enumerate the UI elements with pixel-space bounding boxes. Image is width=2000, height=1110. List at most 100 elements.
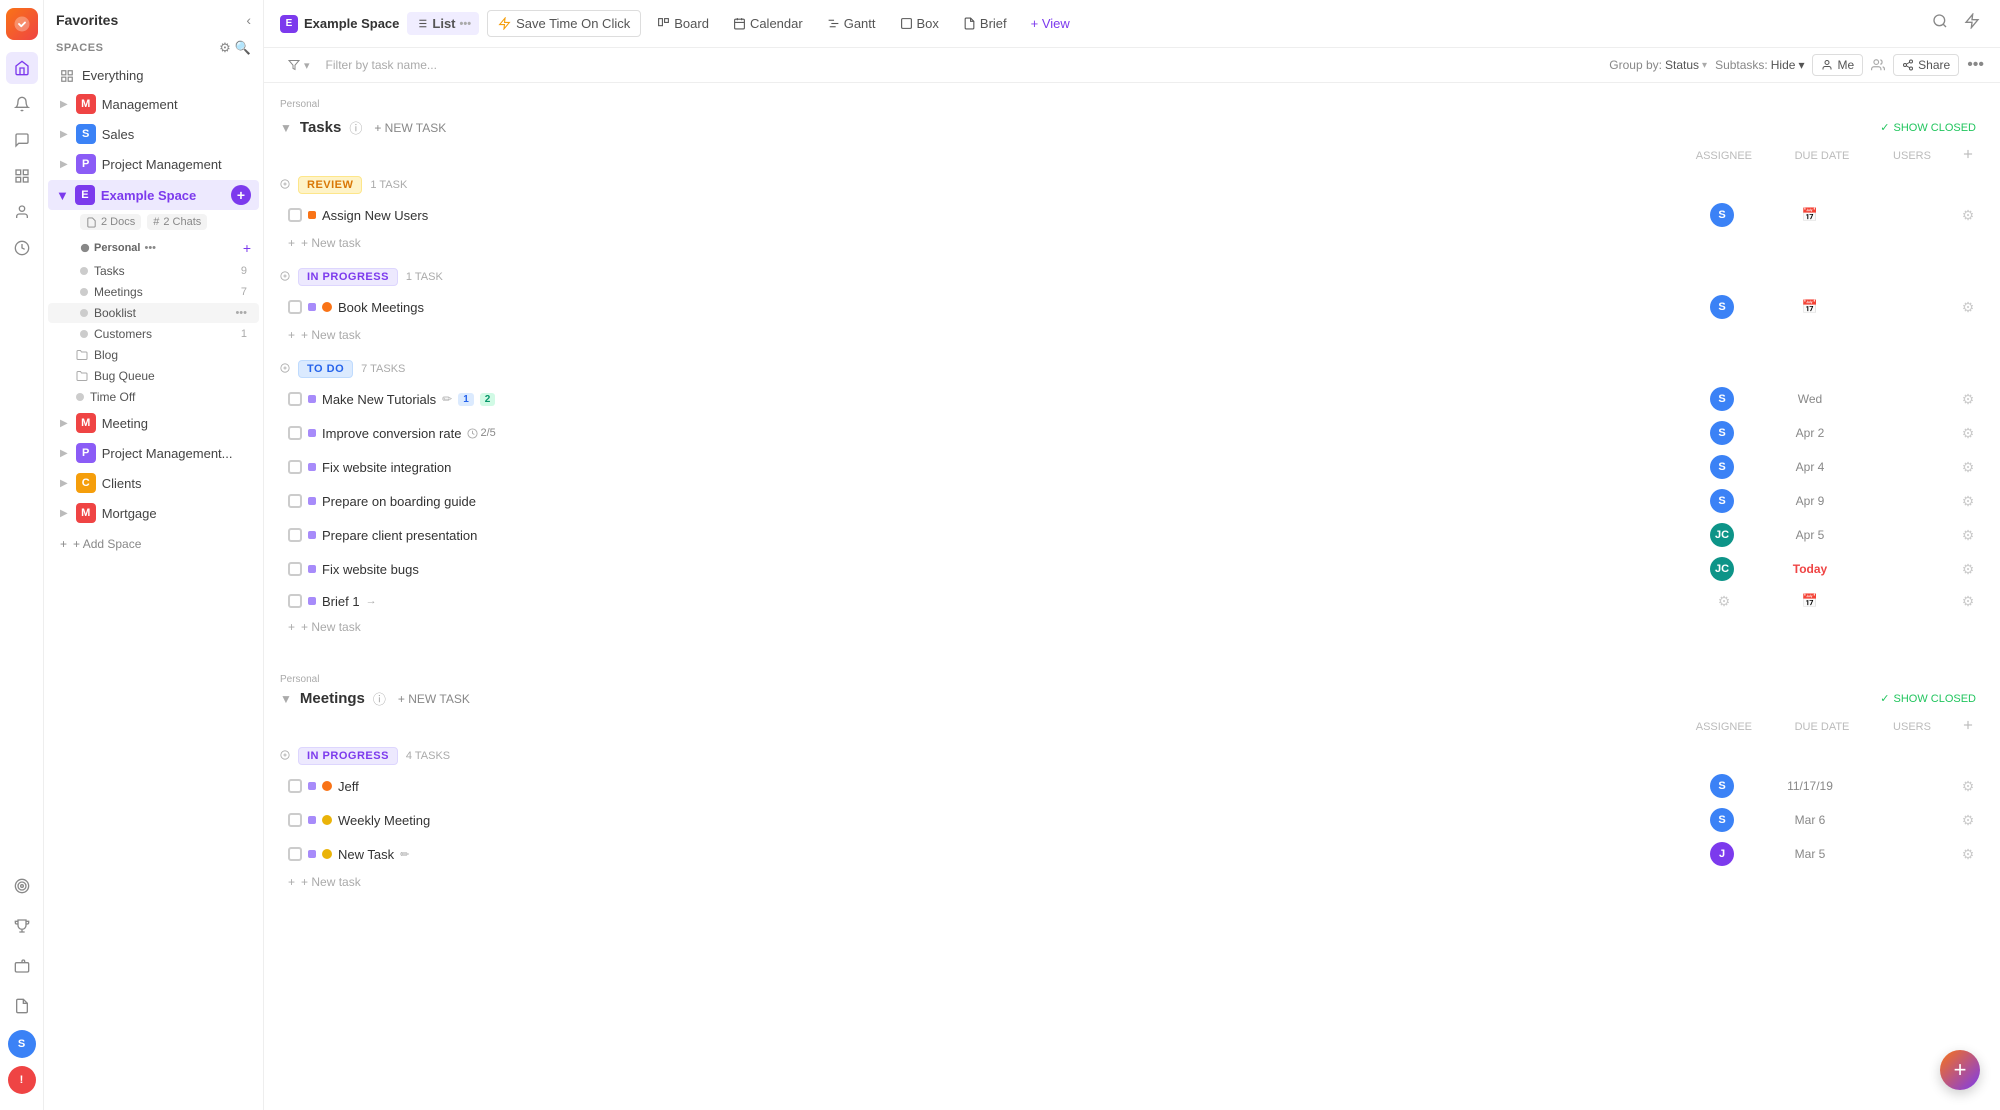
add-col-icon[interactable] <box>1961 147 1975 161</box>
meetings-in-progress-collapse-icon[interactable] <box>280 749 290 763</box>
sidebar-item-everything[interactable]: Everything <box>48 63 259 88</box>
add-to-space-button[interactable]: + <box>231 185 251 205</box>
new-task-link[interactable]: + NEW TASK <box>370 119 450 137</box>
app-logo[interactable] <box>6 8 38 40</box>
task-checkbox[interactable] <box>288 813 302 827</box>
tasks-info-icon[interactable]: ⓘ <box>349 118 362 137</box>
gantt-view-button[interactable]: Gantt <box>819 12 884 35</box>
bell-icon[interactable] <box>6 88 38 120</box>
docs-icon[interactable] <box>6 990 38 1022</box>
new-task-row[interactable]: + + New task <box>280 324 1984 346</box>
list-more-icon[interactable]: ••• <box>460 18 472 30</box>
task-checkbox[interactable] <box>288 494 302 508</box>
personal-more-icon[interactable]: ••• <box>144 242 156 254</box>
clock-icon[interactable] <box>6 232 38 264</box>
col-add-header[interactable] <box>1952 147 1984 164</box>
task-gear[interactable]: ⚙ <box>1952 810 1984 830</box>
meetings-collapse-icon[interactable]: ▼ <box>280 692 292 706</box>
spaces-settings-icon[interactable]: ⚙ <box>219 40 231 56</box>
filter-button[interactable]: ▾ <box>280 56 318 75</box>
gear-icon[interactable]: ⚙ <box>1958 525 1978 545</box>
table-row[interactable]: Prepare client presentation JC Apr 5 ⚙ <box>280 518 1984 552</box>
todo-collapse-icon[interactable] <box>280 362 290 376</box>
spaces-search-icon[interactable]: 🔍 <box>235 40 251 56</box>
table-row[interactable]: Assign New Users S 📅 ⚙ <box>280 198 1984 232</box>
trophy-icon[interactable] <box>6 910 38 942</box>
booklist-more-icon[interactable]: ••• <box>235 307 247 319</box>
bolt-icon[interactable] <box>1960 9 1984 38</box>
gear-icon[interactable]: ⚙ <box>1958 810 1978 830</box>
gear-icon[interactable]: ⚙ <box>1958 205 1978 225</box>
fab-add-button[interactable]: + <box>1940 1050 1980 1090</box>
subtasks-button[interactable]: Subtasks: Hide ▾ <box>1715 58 1804 72</box>
meetings-add-col-icon[interactable] <box>1961 718 1975 732</box>
list-view-button[interactable]: List ••• <box>407 12 479 35</box>
task-gear[interactable]: ⚙ <box>1952 205 1984 225</box>
table-row[interactable]: Brief 1 → ⚙ 📅 ⚙ <box>280 586 1984 616</box>
task-checkbox[interactable] <box>288 392 302 406</box>
table-row[interactable]: Weekly Meeting S Mar 6 ⚙ <box>280 803 1984 837</box>
task-gear[interactable]: ⚙ <box>1952 591 1984 611</box>
gear-icon[interactable]: ⚙ <box>1958 423 1978 443</box>
grid-icon[interactable] <box>6 160 38 192</box>
gear-icon[interactable]: ⚙ <box>1958 389 1978 409</box>
task-checkbox[interactable] <box>288 562 302 576</box>
in-progress-group-header[interactable]: IN PROGRESS 1 TASK <box>280 262 1984 290</box>
sidebar-item-tasks[interactable]: Tasks 9 <box>48 261 259 281</box>
task-gear[interactable]: ⚙ <box>1952 844 1984 864</box>
todo-group-header[interactable]: TO DO 7 TASKS <box>280 354 1984 382</box>
board-view-button[interactable]: Board <box>649 12 717 35</box>
gear-icon[interactable]: ⚙ <box>1958 559 1978 579</box>
goal-icon[interactable] <box>6 870 38 902</box>
meetings-col-add-header[interactable] <box>1952 718 1984 735</box>
assign-icon[interactable]: ⚙ <box>1714 591 1734 611</box>
group-by-button[interactable]: Group by: Status ▾ <box>1609 58 1707 72</box>
calendar-icon[interactable]: 📅 <box>1802 593 1818 608</box>
task-checkbox[interactable] <box>288 300 302 314</box>
share-button[interactable]: Share <box>1893 54 1959 76</box>
table-row[interactable]: New Task ✏ J Mar 5 ⚙ <box>280 837 1984 871</box>
table-row[interactable]: Prepare on boarding guide S Apr 9 ⚙ <box>280 484 1984 518</box>
new-task-row[interactable]: + + New task <box>280 232 1984 254</box>
calendar-icon[interactable]: 📅 <box>1802 207 1818 222</box>
task-gear[interactable]: ⚙ <box>1952 297 1984 317</box>
chats-badge[interactable]: # 2 Chats <box>147 214 207 230</box>
brief-edit-icon[interactable]: → <box>366 595 377 607</box>
sidebar-item-management[interactable]: ▶ M Management <box>48 90 259 118</box>
gear-icon[interactable]: ⚙ <box>1958 776 1978 796</box>
table-row[interactable]: Fix website integration S Apr 4 ⚙ <box>280 450 1984 484</box>
add-view-button[interactable]: + View <box>1023 12 1078 35</box>
task-gear[interactable]: ⚙ <box>1952 525 1984 545</box>
sidebar-item-meeting[interactable]: ▶ M Meeting <box>48 409 259 437</box>
task-checkbox[interactable] <box>288 847 302 861</box>
home-icon[interactable] <box>6 52 38 84</box>
user-avatar[interactable]: S <box>8 1030 36 1058</box>
review-group-header[interactable]: REVIEW 1 TASK <box>280 170 1984 198</box>
user-icon[interactable] <box>6 196 38 228</box>
table-row[interactable]: Jeff S 11/17/19 ⚙ <box>280 769 1984 803</box>
gear-icon[interactable]: ⚙ <box>1958 591 1978 611</box>
meetings-in-progress-header[interactable]: IN PROGRESS 4 TASKS <box>280 741 1984 769</box>
sidebar-item-time-off[interactable]: Time Off <box>48 387 259 407</box>
sidebar-item-example-space[interactable]: ▼ E Example Space + <box>48 180 259 210</box>
save-time-button[interactable]: Save Time On Click <box>487 10 641 37</box>
personal-group-header[interactable]: Personal ••• + <box>44 237 263 259</box>
new-task-row[interactable]: + + New task <box>280 871 1984 893</box>
sidebar-item-sales[interactable]: ▶ S Sales <box>48 120 259 148</box>
task-gear[interactable]: ⚙ <box>1952 423 1984 443</box>
sidebar-item-meetings[interactable]: Meetings 7 <box>48 282 259 302</box>
task-checkbox[interactable] <box>288 208 302 222</box>
gear-icon[interactable]: ⚙ <box>1958 457 1978 477</box>
sidebar-item-customers[interactable]: Customers 1 <box>48 324 259 344</box>
task-edit-icon[interactable]: ✏ <box>400 848 409 861</box>
task-gear[interactable]: ⚙ <box>1952 559 1984 579</box>
new-task-row[interactable]: + + New task <box>280 616 1984 638</box>
tasks-collapse-icon[interactable]: ▼ <box>280 121 292 135</box>
task-gear[interactable]: ⚙ <box>1952 457 1984 477</box>
task-checkbox[interactable] <box>288 426 302 440</box>
gear-icon[interactable]: ⚙ <box>1958 844 1978 864</box>
table-row[interactable]: Make New Tutorials ✏ 1 2 S Wed ⚙ <box>280 382 1984 416</box>
edit-icon[interactable]: ✏ <box>442 392 452 406</box>
sidebar-item-bug-queue[interactable]: Bug Queue <box>48 366 259 386</box>
box-view-button[interactable]: Box <box>892 12 947 35</box>
